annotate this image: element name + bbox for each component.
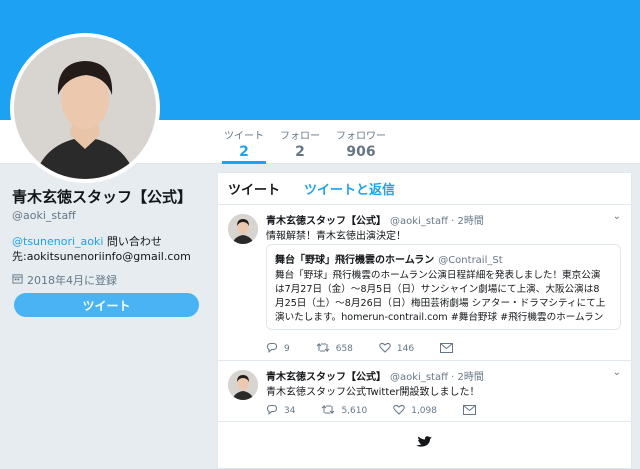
tweet-button[interactable]: ツイート	[14, 293, 199, 317]
retweet-count: 658	[335, 344, 353, 354]
dm-action[interactable]	[440, 342, 454, 356]
retweet-action[interactable]: 5,610	[321, 404, 367, 418]
tweet-item[interactable]: 青木玄徳スタッフ【公式】 @aoki_staff · 2時間 ⌄ 情報解禁！青木玄…	[218, 206, 631, 361]
stat-followers-value: 906	[346, 144, 376, 160]
stat-followers-label: フォロワー	[336, 131, 386, 142]
tab-tweets[interactable]: ツイート	[228, 179, 280, 198]
stat-following-label: フォロー	[280, 131, 320, 142]
quoted-line: 演いたします。homerun-contrail.com #舞台野球 #飛行機雲の…	[275, 312, 604, 323]
retweet-count: 5,610	[341, 406, 368, 416]
quoted-tweet-header: 舞台「野球」飛行機雲のホームラン @Contrail_St	[275, 251, 612, 266]
reply-action[interactable]: 34	[266, 404, 295, 418]
tweet-header: 青木玄徳スタッフ【公式】 @aoki_staff · 2時間	[266, 368, 484, 383]
bio-email: 先:aokitsunenoriinfo@gmail.com	[12, 250, 191, 263]
tab-tweets-and-replies[interactable]: ツイートと返信	[304, 179, 395, 198]
quoted-tweet[interactable]: 舞台「野球」飛行機雲のホームラン @Contrail_St 舞台「野球」飛行機雲の…	[266, 244, 621, 330]
profile-card: 青木玄徳スタッフ【公式】 @aoki_staff @tsunenori_aoki…	[12, 186, 208, 288]
like-icon[interactable]	[393, 404, 405, 418]
stat-following[interactable]: フォロー 2	[280, 127, 320, 160]
tweet-avatar[interactable]	[228, 370, 258, 400]
timeline: ツイート ツイートと返信 青木玄徳スタッフ【公式】 @aoki_staff · 2…	[217, 172, 632, 469]
chevron-down-icon[interactable]: ⌄	[613, 211, 621, 222]
reply-icon[interactable]	[266, 342, 278, 356]
twitter-bird-icon	[416, 434, 432, 453]
reply-count: 34	[284, 406, 296, 416]
quoted-line: 月25日（土）〜8月26日（日）梅田芸術劇場 シアター・ドラマシティにて上	[275, 298, 606, 309]
tweet-item[interactable]: 青木玄徳スタッフ【公式】 @aoki_staff · 2時間 ⌄ 青木玄徳スタッフ…	[218, 362, 631, 422]
chevron-down-icon[interactable]: ⌄	[613, 367, 621, 378]
mail-icon[interactable]	[462, 404, 476, 418]
quoted-tweet-text: 舞台「野球」飛行機雲のホームラン公演日程詳細を発表しました！東京公演 は7月27…	[275, 269, 612, 325]
joined-text: 2018年4月に登録	[27, 274, 117, 287]
like-count: 146	[396, 344, 415, 354]
reply-icon[interactable]	[266, 404, 278, 418]
tweet-actions: 34 5,610 1,098	[266, 404, 502, 418]
like-icon[interactable]	[379, 342, 391, 356]
quoted-tweet-handle: @Contrail_St	[438, 255, 503, 266]
stat-tweets-value: 2	[239, 144, 249, 160]
stat-followers[interactable]: フォロワー 906	[334, 127, 388, 160]
reply-action[interactable]: 9	[266, 342, 290, 356]
reply-count: 9	[284, 344, 290, 354]
like-action[interactable]: 1,098	[393, 404, 437, 418]
quoted-line: 舞台「野球」飛行機雲のホームラン公演日程詳細を発表しました！東京公演	[275, 270, 601, 281]
tweet-author-handle: @aoki_staff · 2時間	[390, 216, 484, 227]
quoted-tweet-author: 舞台「野球」飛行機雲のホームラン	[275, 255, 435, 266]
profile-bio: @tsunenori_aoki 問い合わせ 先:aokitsunenoriinf…	[12, 234, 208, 264]
retweet-action[interactable]: 658	[316, 342, 353, 356]
like-action[interactable]: 146	[379, 342, 414, 356]
profile-joined: 2018年4月に登録	[12, 272, 208, 288]
tweet-header: 青木玄徳スタッフ【公式】 @aoki_staff · 2時間	[266, 212, 484, 227]
quoted-line: は7月27日（金）〜8月5日（日）サンシャイン劇場にて上演、大阪公演は8	[275, 284, 600, 295]
tweet-author-name[interactable]: 青木玄徳スタッフ【公式】	[266, 372, 386, 383]
retweet-icon[interactable]	[316, 342, 330, 356]
retweet-icon[interactable]	[321, 404, 335, 418]
like-count: 1,098	[411, 406, 437, 416]
tweet-avatar[interactable]	[228, 214, 258, 244]
mail-icon[interactable]	[440, 342, 454, 356]
tweet-text: 青木玄徳スタッフ公式Twitter開設致しました！	[266, 387, 480, 398]
dm-action[interactable]	[462, 404, 476, 418]
timeline-tabs: ツイート ツイートと返信	[218, 173, 631, 205]
bio-mention-link[interactable]: @tsunenori_aoki	[12, 235, 103, 248]
tweet-text: 情報解禁！青木玄徳出演決定！	[266, 231, 406, 242]
profile-handle: @aoki_staff	[12, 209, 76, 222]
tweet-author-name[interactable]: 青木玄徳スタッフ【公式】	[266, 216, 386, 227]
stat-tweets[interactable]: ツイート 2	[222, 127, 266, 164]
stat-tweets-label: ツイート	[224, 131, 264, 142]
tweet-author-handle: @aoki_staff · 2時間	[390, 372, 484, 383]
stat-following-value: 2	[295, 144, 305, 160]
profile-avatar[interactable]	[10, 33, 160, 183]
tweet-actions: 9 658 146	[266, 342, 479, 356]
bio-text: 問い合わせ	[103, 235, 162, 248]
calendar-icon	[12, 273, 23, 287]
profile-name: 青木玄徳スタッフ【公式】	[12, 188, 193, 206]
